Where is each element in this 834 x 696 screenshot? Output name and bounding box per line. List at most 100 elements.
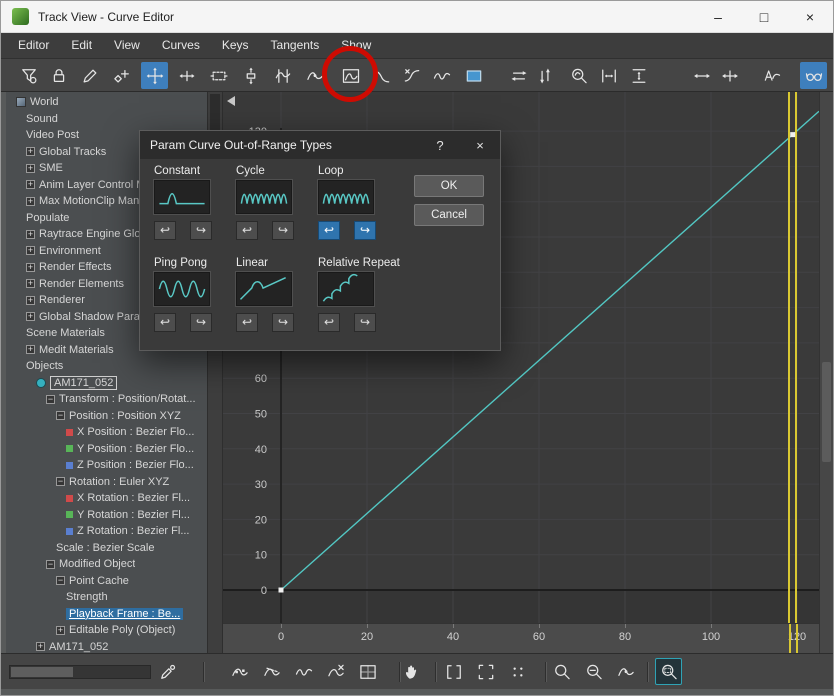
apply-out-button[interactable]: ↪ (190, 221, 212, 240)
track-item[interactable]: Strength (6, 589, 207, 606)
zoom-button[interactable] (548, 658, 575, 685)
tangent-line-button[interactable] (258, 658, 285, 685)
frame-value-extents-button[interactable] (625, 62, 652, 89)
track-item[interactable]: Y Position : Bezier Flo... (6, 441, 207, 458)
scale-values-button[interactable] (237, 62, 264, 89)
zoom-horizontal-button[interactable] (580, 658, 607, 685)
maximize-button[interactable]: □ (741, 1, 787, 32)
track-item[interactable]: +Editable Poly (Object) (6, 622, 207, 639)
expand-icon[interactable]: + (26, 246, 35, 255)
buffer-curves-button[interactable] (460, 62, 487, 89)
wave-grid-button[interactable] (354, 658, 381, 685)
dots-grid-button[interactable] (504, 658, 531, 685)
track-item[interactable]: AM171_052 (6, 375, 207, 392)
dialog-close-button[interactable]: × (460, 131, 500, 159)
menu-show[interactable]: Show (330, 33, 382, 58)
menu-view[interactable]: View (103, 33, 151, 58)
dialog-help-button[interactable]: ? (420, 131, 460, 159)
apply-in-button[interactable]: ↩ (154, 313, 176, 332)
expand-icon[interactable]: + (26, 279, 35, 288)
track-item[interactable]: Objects (6, 358, 207, 375)
track-item[interactable]: +AM171_052 (6, 639, 207, 654)
scale-keys-button[interactable] (205, 62, 232, 89)
track-item[interactable]: −Position : Position XYZ (6, 408, 207, 425)
frame-brackets-button[interactable] (440, 658, 467, 685)
auto-frame-button[interactable] (758, 62, 785, 89)
expand-range-hold-button[interactable] (716, 62, 743, 89)
track-item[interactable]: −Transform : Position/Rotat... (6, 391, 207, 408)
time-slider-marker[interactable] (789, 624, 791, 653)
zoom-wave-button[interactable] (612, 658, 639, 685)
add-keys-button[interactable] (108, 62, 135, 89)
apply-in-button[interactable]: ↩ (236, 313, 258, 332)
apply-in-button[interactable]: ↩ (318, 221, 340, 240)
ok-button[interactable]: OK (414, 175, 484, 197)
apply-out-button[interactable]: ↪ (190, 313, 212, 332)
cancel-button[interactable]: Cancel (414, 204, 484, 226)
expand-icon[interactable]: + (26, 230, 35, 239)
expand-icon[interactable]: + (26, 312, 35, 321)
collapse-icon[interactable]: − (46, 560, 55, 569)
track-item[interactable]: Z Position : Bezier Flo... (6, 457, 207, 474)
graph-vertical-scrollbar-thumb[interactable] (822, 362, 831, 462)
draw-curves-button[interactable] (76, 62, 103, 89)
slide-keys-button[interactable] (173, 62, 200, 89)
expand-icon[interactable]: + (26, 147, 35, 156)
close-button[interactable]: × (787, 1, 833, 32)
graph-vertical-scrollbar[interactable] (819, 92, 833, 653)
keys-curve-button[interactable] (226, 658, 253, 685)
apply-out-button[interactable]: ↪ (354, 221, 376, 240)
track-item[interactable]: Y Rotation : Bezier Fl... (6, 507, 207, 524)
simplify-curve-button[interactable] (301, 62, 328, 89)
track-item[interactable]: X Rotation : Bezier Fl... (6, 490, 207, 507)
tree-scrollbar-thumb[interactable] (210, 94, 220, 132)
zoom-curve-button[interactable] (565, 62, 592, 89)
menu-curves[interactable]: Curves (151, 33, 211, 58)
expand-icon[interactable]: + (56, 626, 65, 635)
curve-key[interactable] (279, 588, 284, 593)
apply-in-button[interactable]: ↩ (154, 221, 176, 240)
frame-corners-button[interactable] (472, 658, 499, 685)
apply-in-button[interactable]: ↩ (236, 221, 258, 240)
zoom-region-button[interactable] (655, 658, 682, 685)
frame-horizontal-extents-button[interactable] (595, 62, 622, 89)
expand-icon[interactable]: + (26, 164, 35, 173)
expand-icon[interactable]: + (26, 263, 35, 272)
expand-icon[interactable]: + (26, 296, 35, 305)
track-item[interactable]: X Position : Bezier Flo... (6, 424, 207, 441)
collapse-icon[interactable]: − (46, 395, 55, 404)
track-item[interactable]: World (6, 94, 207, 111)
multiplier-curve-button[interactable] (398, 62, 425, 89)
expand-icon[interactable]: + (26, 197, 35, 206)
menu-keys[interactable]: Keys (211, 33, 260, 58)
track-item[interactable]: Playback Frame : Be... (6, 606, 207, 623)
track-item[interactable]: −Point Cache (6, 573, 207, 590)
track-item[interactable]: Sound (6, 111, 207, 128)
track-item[interactable]: Z Rotation : Bezier Fl... (6, 523, 207, 540)
expand-icon[interactable]: + (26, 345, 35, 354)
additive-curve-button[interactable] (428, 62, 455, 89)
apply-out-button[interactable]: ↪ (272, 313, 294, 332)
expand-range-button[interactable] (688, 62, 715, 89)
curve-key[interactable] (790, 132, 795, 137)
collapse-icon[interactable]: − (56, 576, 65, 585)
time-ruler[interactable]: 020406080100120 (223, 623, 819, 653)
double-wave-button[interactable] (290, 658, 317, 685)
offset-keys-button[interactable] (505, 62, 532, 89)
expand-icon[interactable]: + (26, 180, 35, 189)
track-item[interactable]: −Rotation : Euler XYZ (6, 474, 207, 491)
draw-keys-button[interactable] (154, 658, 181, 685)
stack-keys-button[interactable] (531, 62, 558, 89)
dialog-titlebar[interactable]: Param Curve Out-of-Range Types ? × (140, 131, 500, 159)
ease-curve-button[interactable] (368, 62, 395, 89)
track-item[interactable]: Scale : Bezier Scale (6, 540, 207, 557)
curve-view-mode-button[interactable] (800, 62, 827, 89)
wave-cross-button[interactable] (322, 658, 349, 685)
apply-in-button[interactable]: ↩ (318, 313, 340, 332)
collapse-icon[interactable]: − (56, 477, 65, 486)
minimize-button[interactable]: – (695, 1, 741, 32)
graph-horizontal-scrollbar[interactable] (9, 665, 151, 679)
filters-button[interactable] (15, 62, 42, 89)
pan-hand-button[interactable] (398, 658, 425, 685)
time-slider-marker[interactable] (796, 624, 798, 653)
